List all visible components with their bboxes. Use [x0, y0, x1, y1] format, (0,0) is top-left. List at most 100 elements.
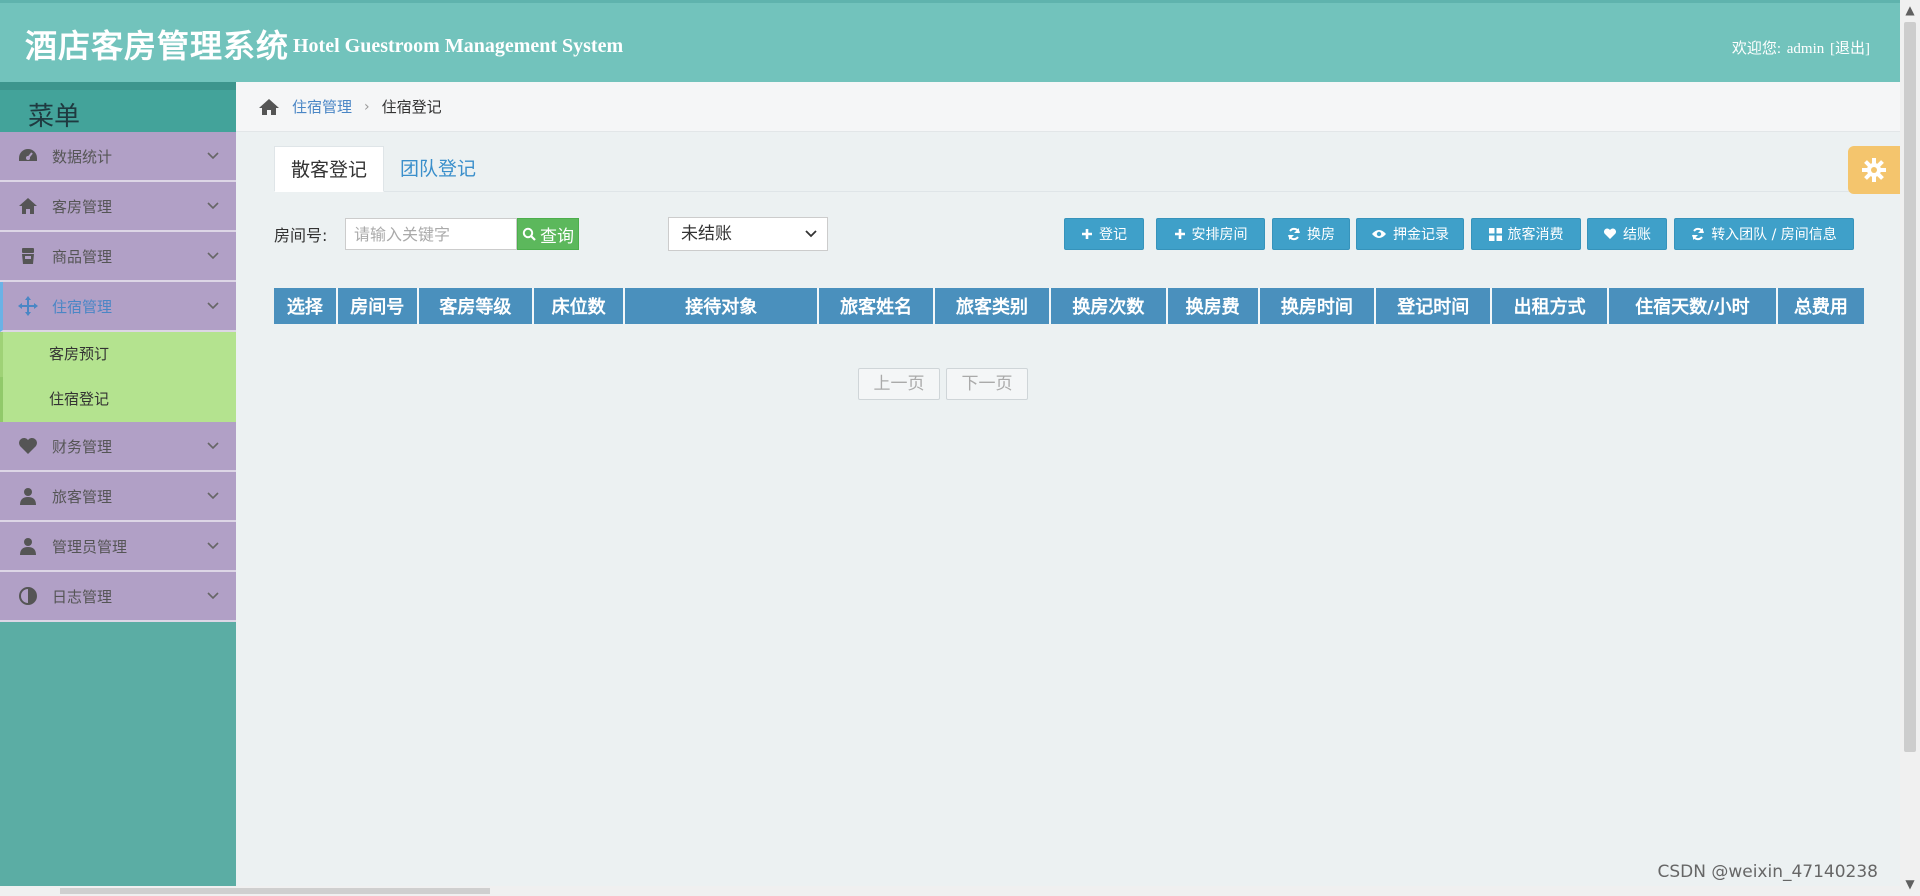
welcome-text: 欢迎您:: [1731, 41, 1781, 57]
column-header: 接待对象: [624, 288, 820, 324]
checkout-button-label: 结账: [1623, 227, 1651, 243]
sidebar-item-admins[interactable]: 管理员管理: [0, 522, 236, 572]
deposit-record-button[interactable]: 押金记录: [1356, 218, 1464, 250]
contrast-icon: [16, 584, 40, 608]
user-icon: [16, 534, 40, 558]
column-header: 选择: [274, 288, 338, 324]
heart-icon: [16, 434, 40, 458]
chevron-down-icon: [207, 492, 219, 500]
breadcrumb: 住宿管理 › 住宿登记: [236, 82, 1900, 132]
assign-room-button[interactable]: 安排房间: [1156, 218, 1265, 250]
sidebar-subitem-check-in[interactable]: 住宿登记: [0, 377, 236, 422]
sidebar-item-statistics[interactable]: 数据统计: [0, 132, 236, 182]
change-room-button[interactable]: 换房: [1272, 218, 1350, 250]
watermark: CSDN @weixin_47140238: [1657, 862, 1878, 882]
table-header-row: 选择 房间号 客房等级 床位数 接待对象 旅客姓名 旅客类别 换房次数 换房费 …: [274, 288, 1864, 324]
app-title-en: Hotel Guestroom Management System: [293, 35, 624, 57]
traveler-consumption-button-label: 旅客消费: [1507, 227, 1564, 243]
query-button[interactable]: 查询: [517, 218, 579, 250]
user-welcome: 欢迎您: admin [退出]: [1730, 37, 1870, 58]
column-header: 床位数: [533, 288, 626, 324]
checkout-button[interactable]: 结账: [1587, 218, 1667, 250]
scroll-down-icon[interactable]: ▼: [1900, 874, 1920, 894]
pagination: 上一页 下一页: [858, 368, 1028, 400]
assign-room-button-label: 安排房间: [1191, 227, 1248, 243]
cup-icon: [16, 244, 40, 268]
status-select[interactable]: 未结账: [668, 217, 828, 251]
sidebar-item-rooms[interactable]: 客房管理: [0, 182, 236, 232]
search-input[interactable]: [345, 218, 517, 250]
sidebar-item-accommodation[interactable]: 住宿管理: [0, 282, 236, 332]
sidebar-item-label: 商品管理: [52, 247, 113, 266]
username: admin: [1786, 41, 1825, 57]
sidebar-item-travelers[interactable]: 旅客管理: [0, 472, 236, 522]
prev-page-button[interactable]: 上一页: [858, 368, 940, 400]
sidebar: 菜单 数据统计 客房管理 商品管理 住宿管理 客房预订 住宿登记 财务管理 旅客…: [0, 82, 236, 896]
app-title: 酒店客房管理系统: [25, 27, 290, 65]
grid-icon: [1488, 227, 1502, 241]
column-header: 旅客类别: [933, 288, 1052, 324]
transfer-team-button-label: 转入团队 / 房间信息: [1711, 227, 1837, 243]
sidebar-item-label: 财务管理: [52, 437, 113, 456]
refresh-icon: [1692, 227, 1705, 241]
column-header: 房间号: [336, 288, 419, 324]
sidebar-item-goods[interactable]: 商品管理: [0, 232, 236, 282]
vertical-scrollbar[interactable]: ▲ ▼: [1900, 0, 1920, 896]
column-header: 住宿天数/小时: [1607, 288, 1778, 324]
chevron-down-icon: [207, 152, 219, 160]
user-icon: [16, 484, 40, 508]
plus-icon: [1174, 229, 1185, 239]
transfer-team-button[interactable]: 转入团队 / 房间信息: [1674, 218, 1854, 250]
column-header: 登记时间: [1375, 288, 1493, 324]
checkin-button[interactable]: 登记: [1064, 218, 1144, 250]
traveler-consumption-button[interactable]: 旅客消费: [1471, 218, 1581, 250]
top-bar: 酒店客房管理系统 Hotel Guestroom Management Syst…: [0, 0, 1900, 82]
scrollbar-thumb[interactable]: [1904, 22, 1916, 752]
tab-group-checkin[interactable]: 团队登记: [384, 146, 492, 192]
logout-link[interactable]: [退出]: [1830, 41, 1870, 57]
sidebar-item-finance[interactable]: 财务管理: [0, 422, 236, 472]
chevron-down-icon: [207, 252, 219, 260]
sidebar-item-label: 旅客管理: [52, 487, 113, 506]
breadcrumb-separator-icon: ›: [364, 98, 370, 115]
scrollbar-thumb[interactable]: [60, 888, 490, 894]
sidebar-item-label: 住宿管理: [52, 297, 113, 316]
sidebar-submenu-accommodation: 客房预订 住宿登记: [0, 332, 236, 422]
heart-icon: [1603, 228, 1617, 239]
column-header: 客房等级: [417, 288, 535, 324]
home-icon[interactable]: [258, 97, 280, 117]
checkin-button-label: 登记: [1099, 227, 1127, 243]
column-header: 出租方式: [1491, 288, 1609, 324]
chevron-down-icon: [207, 442, 219, 450]
chevron-down-icon: [805, 230, 817, 238]
gear-icon: [1862, 158, 1886, 182]
dashboard-icon: [16, 144, 40, 168]
sidebar-item-logs[interactable]: 日志管理: [0, 572, 236, 622]
settings-button[interactable]: [1848, 146, 1900, 194]
app-window: 酒店客房管理系统 Hotel Guestroom Management Syst…: [0, 0, 1900, 896]
tab-bar: 散客登记 团队登记: [274, 146, 1864, 192]
home-icon: [16, 194, 40, 218]
refresh-icon: [1288, 227, 1300, 241]
sidebar-item-label: 管理员管理: [52, 537, 128, 556]
sidebar-menu-title: 菜单: [0, 82, 236, 132]
breadcrumb-current: 住宿登记: [381, 98, 442, 116]
horizontal-scrollbar[interactable]: [0, 886, 1900, 896]
column-header: 换房费: [1166, 288, 1260, 324]
next-page-button[interactable]: 下一页: [946, 368, 1028, 400]
column-header: 换房时间: [1258, 288, 1377, 324]
sidebar-subitem-room-booking[interactable]: 客房预订: [0, 332, 236, 377]
query-button-label: 查询: [540, 226, 574, 247]
chevron-down-icon: [207, 302, 219, 310]
tab-individual-checkin[interactable]: 散客登记: [274, 146, 385, 192]
search-icon: [522, 227, 536, 241]
room-number-label: 房间号:: [274, 226, 328, 245]
toolbar: 房间号: 查询 未结账 登记 安排房间 换房: [274, 217, 1864, 252]
sidebar-item-label: 客房管理: [52, 197, 113, 216]
scroll-up-icon[interactable]: ▲: [1900, 0, 1920, 20]
column-header: 旅客姓名: [818, 288, 935, 324]
column-header: 总费用: [1776, 288, 1864, 324]
breadcrumb-parent-link[interactable]: 住宿管理: [292, 96, 352, 117]
status-select-value: 未结账: [681, 224, 732, 244]
checkin-table: 选择 房间号 客房等级 床位数 接待对象 旅客姓名 旅客类别 换房次数 换房费 …: [274, 288, 1864, 324]
